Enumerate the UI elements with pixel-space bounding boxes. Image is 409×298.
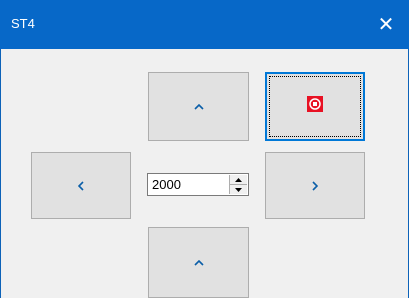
focus-rectangle — [269, 76, 361, 137]
triangle-down-icon — [235, 187, 242, 192]
spinner-down-button[interactable] — [230, 185, 247, 194]
close-icon: ✕ — [377, 14, 395, 36]
move-down-button[interactable] — [148, 227, 249, 298]
spinner-up-button[interactable] — [230, 175, 247, 185]
spinner-value[interactable]: 2000 — [152, 177, 181, 192]
chevron-up-icon — [193, 103, 204, 110]
move-left-button[interactable] — [31, 152, 131, 219]
title-bar: ST4 ✕ — [0, 0, 409, 49]
close-button[interactable]: ✕ — [363, 0, 409, 49]
triangle-up-icon — [235, 177, 242, 182]
stop-button[interactable] — [265, 72, 365, 141]
chevron-left-icon — [78, 180, 84, 191]
window-title: ST4 — [11, 16, 35, 31]
value-spinner[interactable]: 2000 — [147, 173, 249, 196]
move-up-button[interactable] — [148, 72, 249, 141]
chevron-right-icon — [312, 180, 318, 191]
chevron-up-icon — [193, 259, 204, 266]
move-right-button[interactable] — [265, 152, 365, 219]
spinner-buttons — [229, 175, 247, 194]
